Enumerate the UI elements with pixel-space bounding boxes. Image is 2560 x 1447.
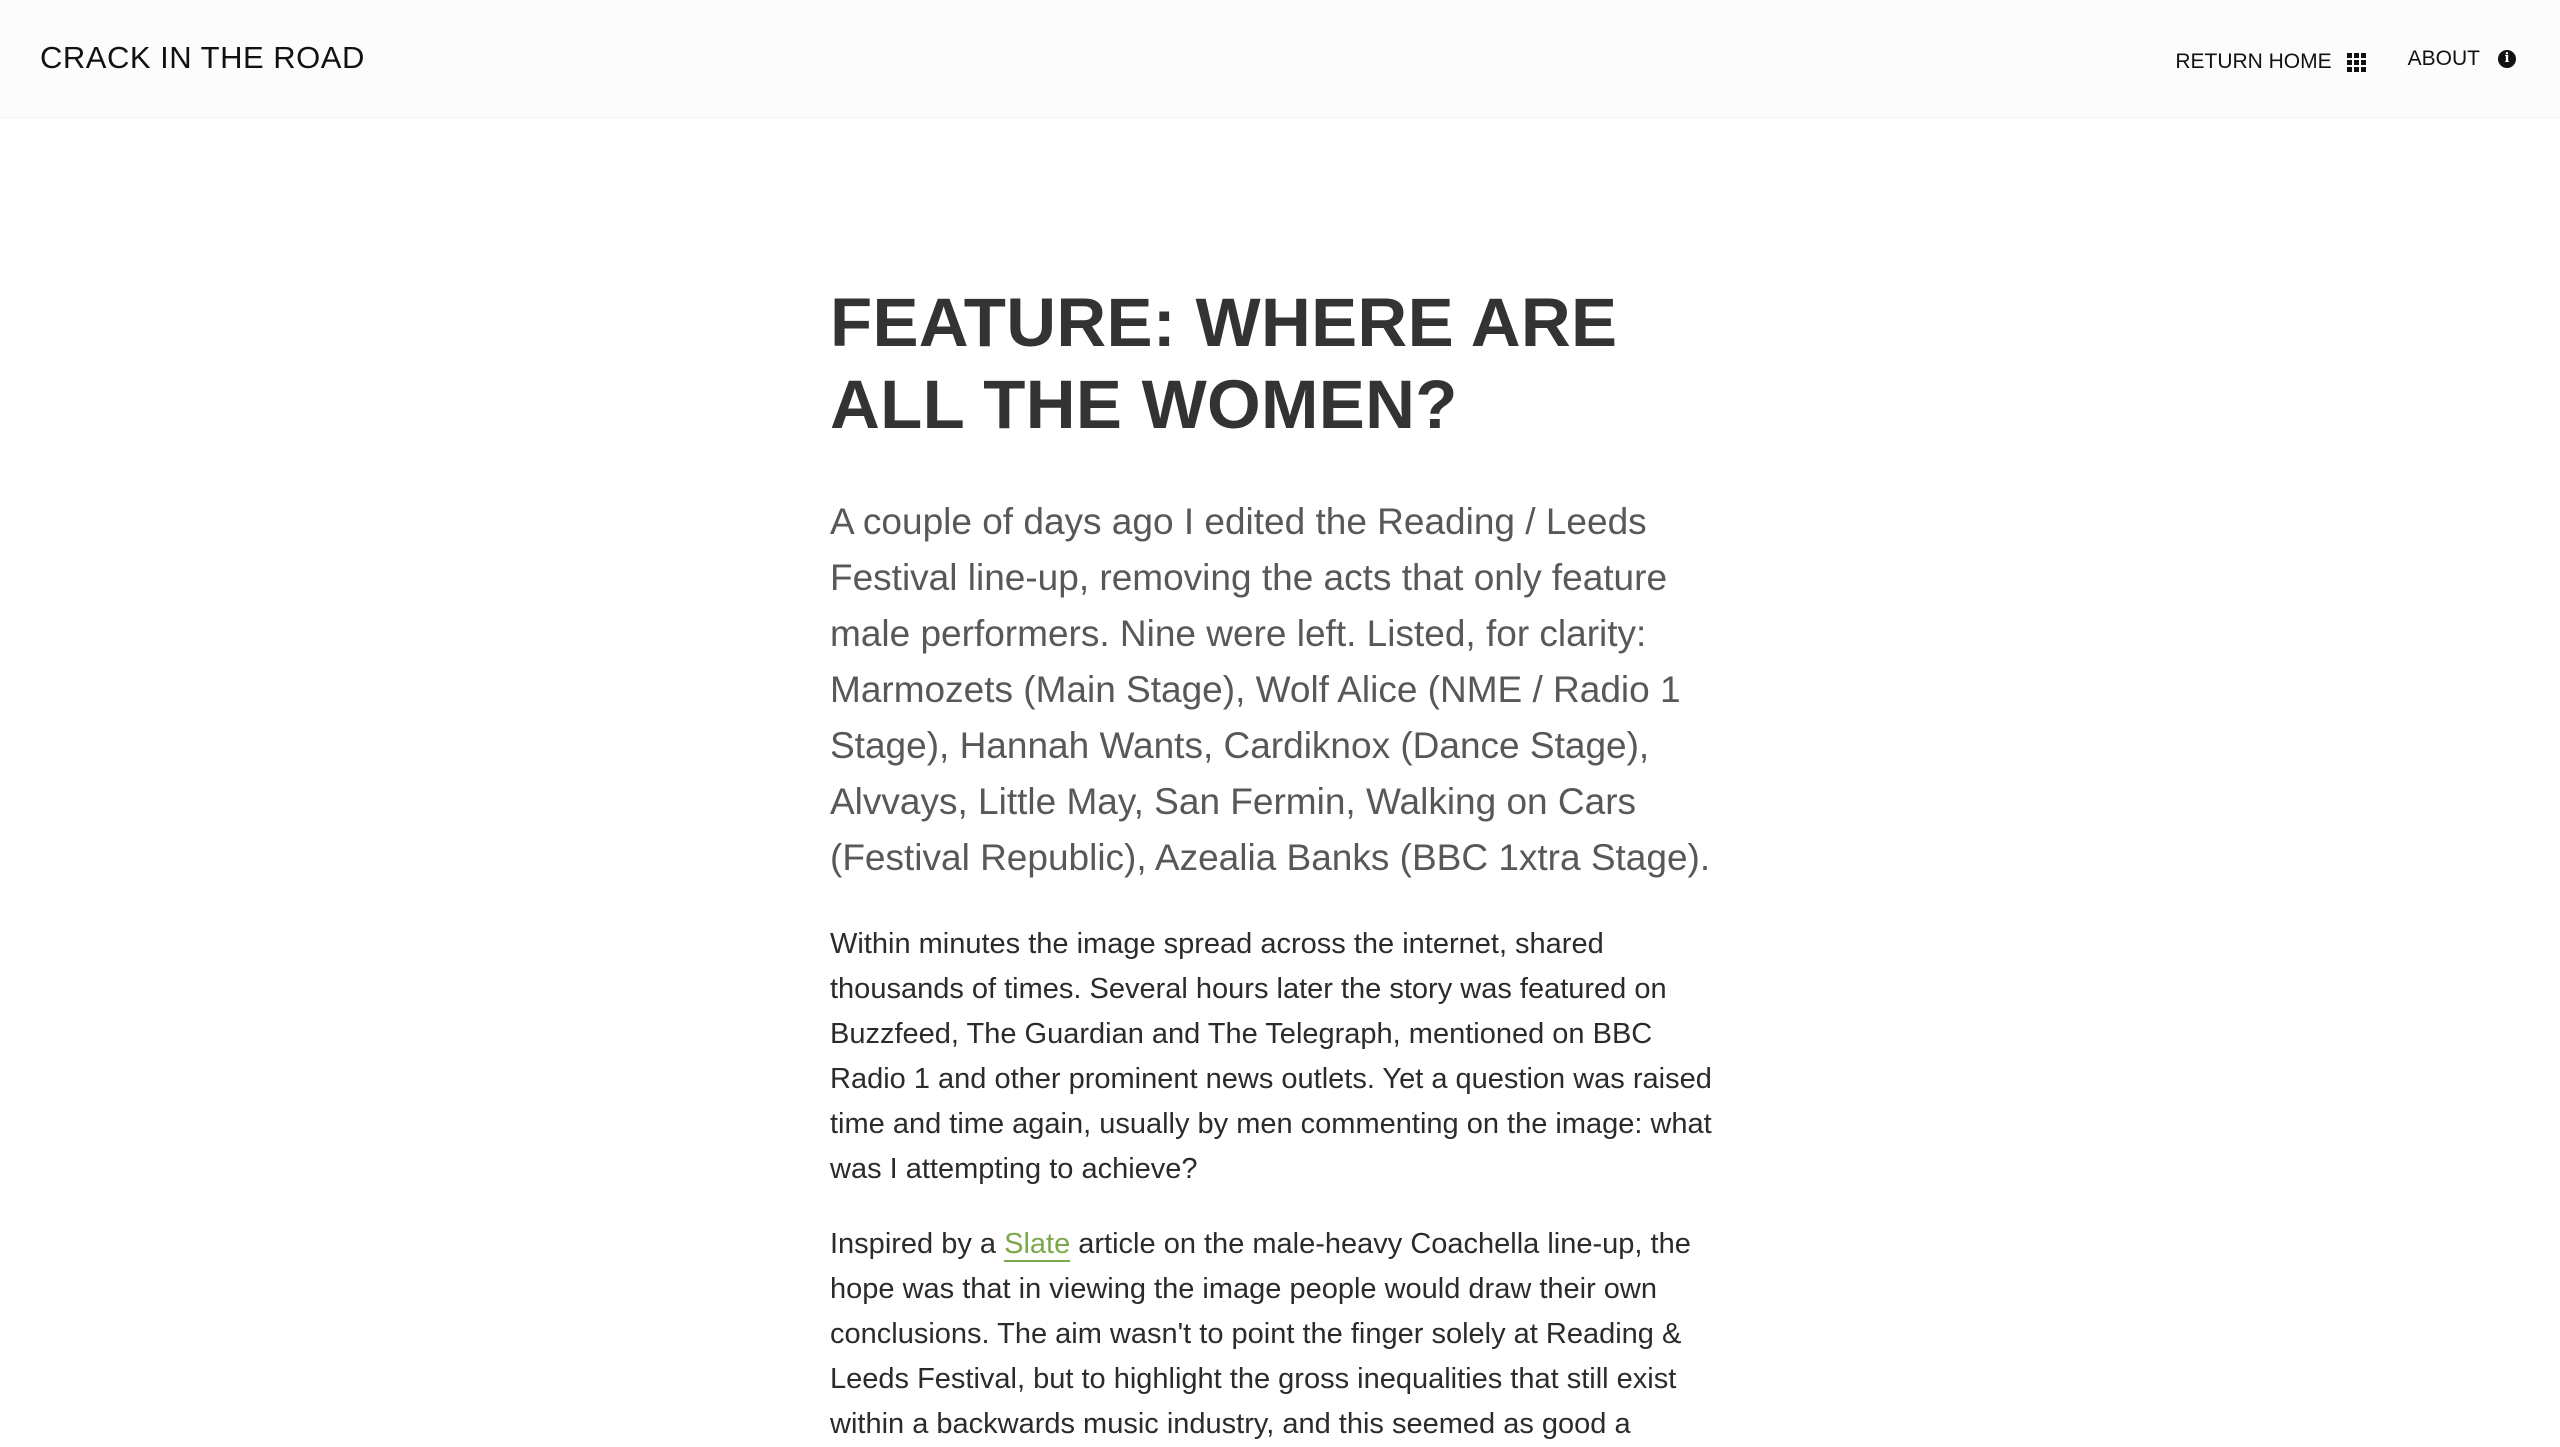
article-paragraph: Inspired by a Slate article on the male-… [830, 1222, 1730, 1447]
return-home-label: RETURN HOME [2175, 50, 2332, 73]
article-lede: A couple of days ago I edited the Readin… [830, 501, 1711, 878]
grid-icon [2346, 52, 2366, 72]
site-logo-link[interactable]: CRACK IN THE ROAD [40, 40, 365, 76]
return-home-link[interactable]: RETURN HOME [2175, 50, 2366, 74]
article-title: FEATURE: WHERE ARE ALL THE WOMEN? [830, 284, 1618, 443]
top-bar: CRACK IN THE ROAD RETURN HOME ABOUT i [0, 0, 2560, 118]
paragraph-text: Inspired by a [830, 1228, 1005, 1260]
info-icon: i [2498, 50, 2516, 68]
about-label: ABOUT [2407, 47, 2480, 70]
slate-link[interactable]: Slate [1004, 1228, 1071, 1262]
about-link[interactable]: ABOUT i [2408, 47, 2516, 71]
main-nav: RETURN HOME ABOUT i [2175, 44, 2516, 74]
article-paragraph: Within minutes the image spread across t… [830, 928, 1712, 1185]
article: FEATURE: WHERE ARE ALL THE WOMEN? A coup… [830, 282, 1730, 1447]
